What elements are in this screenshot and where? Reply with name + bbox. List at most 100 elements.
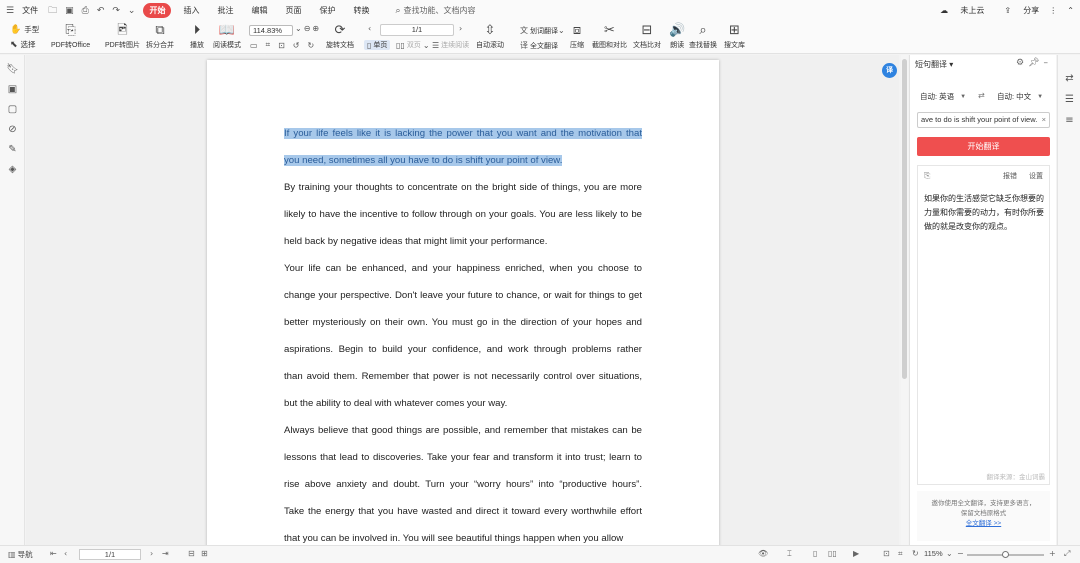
page-number-input[interactable]: 1/1 (380, 24, 454, 36)
tab-protect[interactable]: 保护 (313, 3, 341, 18)
prev-page-icon[interactable]: ‹ (64, 549, 67, 558)
status-page-input[interactable]: 1/1 (79, 549, 141, 560)
zoom-slider-knob[interactable] (1002, 551, 1009, 558)
zoom-out-icon[interactable]: − (957, 549, 964, 558)
report-error-link[interactable]: 报错 (1003, 173, 1017, 180)
tab-page[interactable]: 页面 (279, 3, 307, 18)
full-translate-button[interactable]: 译全文翻译 (520, 40, 558, 51)
pdf-to-image-button[interactable]: 🖻 PDF转图片 (105, 21, 140, 54)
find-replace-button[interactable]: ⌕ 查找替换 (689, 21, 717, 54)
zoom-slider[interactable] (967, 551, 1044, 558)
select-tool[interactable]: ⬉ 选择 (10, 39, 36, 50)
pin-icon[interactable]: 📌︎ (1028, 58, 1043, 68)
single-page-button[interactable]: ▯ 单页 (364, 40, 391, 50)
global-search[interactable]: ⌕ 查找功能、文档内容 (395, 5, 475, 16)
crop-icon[interactable]: ⌗ (898, 549, 903, 559)
actual-size-icon[interactable]: ⊡ (278, 41, 285, 50)
page-width-icon[interactable]: ⌶ (787, 549, 792, 559)
next-page-icon[interactable]: › (150, 549, 153, 558)
rotate-doc-button[interactable]: ⟳ 旋转文档 (326, 21, 354, 54)
signature-icon[interactable]: ✎ (6, 143, 19, 156)
start-translate-button[interactable]: 开始翻译 (917, 137, 1050, 156)
next-page-icon[interactable]: › (459, 24, 462, 33)
bookmark-icon[interactable]: 🔖︎ (6, 63, 19, 76)
search-library-button[interactable]: ⊞ 搜文库 (724, 21, 745, 54)
double-page-button[interactable]: ▯▯ 双页 ⌄ (396, 40, 432, 50)
chevron-down-icon[interactable]: ⌄ (946, 549, 953, 558)
target-language-select[interactable]: 自动: 中文 ▼ (997, 91, 1043, 103)
hamburger-icon[interactable]: ☰ (6, 6, 14, 16)
menu-file[interactable]: 文件 (22, 5, 38, 16)
play-icon[interactable]: ▶ (853, 549, 859, 558)
source-language-select[interactable]: 自动: 英语 ▼ (920, 91, 966, 103)
settings-link[interactable]: 设置 (1029, 173, 1043, 180)
back-icon[interactable]: ⊟ (188, 549, 195, 558)
read-mode-button[interactable]: 📖 阅读模式 (213, 21, 241, 54)
rotate-right-icon[interactable]: ↻ (307, 41, 314, 50)
comment-icon[interactable]: ▢ (6, 103, 19, 116)
cloud-status[interactable]: ☁ 未上云 (930, 5, 984, 16)
vertical-scrollbar[interactable] (901, 55, 908, 545)
last-page-icon[interactable]: ⇥ (162, 549, 169, 558)
auto-scroll-button[interactable]: ⇳ 自动滚动 (476, 21, 504, 54)
word-translate-button[interactable]: 文划词翻译 ⌄ (520, 25, 567, 36)
zoom-in-icon[interactable]: + (1049, 549, 1056, 558)
print-icon[interactable]: ⎙ (82, 6, 89, 16)
eye-care-icon[interactable]: 👁︎ (758, 549, 768, 558)
tab-start[interactable]: 开始 (143, 3, 172, 18)
tab-convert[interactable]: 转换 (347, 3, 375, 18)
pdf-to-office-button[interactable]: ⎘ PDF转Office (51, 21, 90, 54)
translate-avatar-icon[interactable]: 译 (882, 63, 897, 78)
copy-icon[interactable]: ⎘ (924, 171, 930, 181)
fullscreen-icon[interactable]: ⤢ (1064, 549, 1070, 559)
doc-compare-button[interactable]: ⊟ 文档比对 (633, 21, 661, 54)
read-aloud-button[interactable]: 🔊 朗读 (669, 21, 685, 54)
open-folder-icon[interactable]: 🗀 (48, 3, 57, 19)
swap-languages-icon[interactable]: ⇄ (978, 91, 985, 100)
clear-icon[interactable]: × (1042, 113, 1046, 127)
play-button[interactable]: ⏵ 播放 (190, 21, 204, 54)
screenshot-compare-button[interactable]: ✂ 截图和对比 (592, 21, 627, 54)
fit-page-icon[interactable]: ▭ (250, 41, 258, 50)
zoom-input[interactable]: 114.83% (249, 25, 293, 36)
tab-annotate[interactable]: 批注 (211, 3, 239, 18)
fit-icon[interactable]: ⊡ (883, 549, 890, 558)
layers-icon[interactable]: ◈ (6, 163, 19, 176)
attachment-icon[interactable]: ⊘ (6, 123, 19, 136)
collapse-ribbon-icon[interactable]: ⌃ (1067, 6, 1074, 15)
sliders-icon[interactable]: ≡ (1063, 115, 1076, 126)
adjust-icon[interactable]: ☰ (1063, 94, 1076, 105)
fit-width-icon[interactable]: ⌗ (266, 40, 271, 50)
forward-icon[interactable]: ⊞ (201, 549, 208, 558)
single-page-view-icon[interactable]: ▯ (813, 549, 817, 558)
share-button[interactable]: ⇪ 分享 (994, 5, 1039, 16)
rotate-left-icon[interactable]: ↺ (293, 41, 300, 50)
nav-toggle[interactable]: ▥ 导航 (8, 549, 33, 560)
prev-page-icon[interactable]: ‹ (368, 24, 371, 33)
compress-button[interactable]: ⧈ 压缩 (570, 21, 584, 54)
rotate-icon[interactable]: ↻ (912, 549, 919, 558)
full-translate-link[interactable]: 全文翻译 >> (917, 519, 1050, 529)
settings-icon[interactable]: ⚙ (1016, 58, 1028, 68)
zoom-level[interactable]: 115% (924, 549, 943, 558)
save-icon[interactable]: ▣ (65, 6, 74, 16)
translate-panel-icon[interactable]: ⇄ (1063, 73, 1076, 84)
zoom-out-icon[interactable]: ⊖ (304, 24, 311, 33)
scrollbar-thumb[interactable] (902, 59, 907, 379)
first-page-icon[interactable]: ⇤ (50, 549, 57, 558)
redo-icon[interactable]: ↷ (112, 6, 120, 16)
zoom-in-icon[interactable]: ⊕ (312, 24, 319, 33)
double-page-view-icon[interactable]: ▯▯ (828, 549, 837, 558)
hand-tool[interactable]: ✋ 手型 (10, 24, 39, 35)
source-text-input[interactable]: ave to do is shift your point of view. × (917, 112, 1050, 128)
continuous-read-button[interactable]: ☰ 连续阅读 (432, 40, 469, 50)
tab-insert[interactable]: 插入 (177, 3, 205, 18)
split-merge-button[interactable]: ⧉ 拆分合并 (146, 21, 174, 54)
tab-edit[interactable]: 编辑 (245, 3, 273, 18)
thumbnail-icon[interactable]: ▣ (6, 83, 19, 96)
chevron-down-icon[interactable]: ⌄ (128, 6, 136, 16)
panel-title[interactable]: 短句翻译 ▾ (915, 59, 953, 70)
more-icon[interactable]: ⋮ (1049, 6, 1057, 15)
undo-icon[interactable]: ↶ (97, 6, 105, 16)
minimize-icon[interactable]: – (1044, 58, 1053, 68)
